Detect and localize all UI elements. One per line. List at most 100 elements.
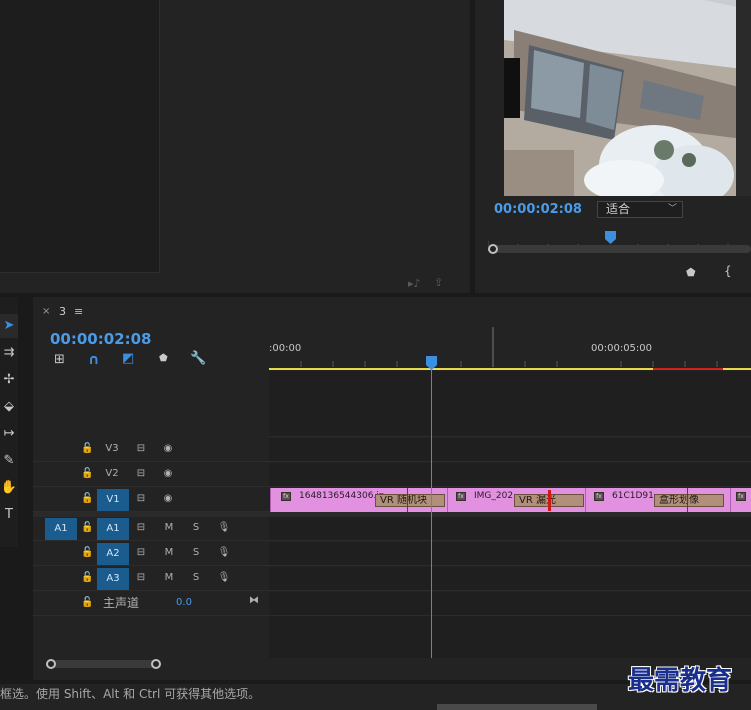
eye-icon[interactable]: ◉: [160, 488, 176, 510]
lock-icon[interactable]: 🔓: [81, 517, 93, 539]
transition[interactable]: VR 随机块: [375, 494, 445, 507]
fx-badge: fx: [594, 492, 604, 501]
lock-icon[interactable]: 🔓: [81, 438, 93, 460]
microphone-icon[interactable]: 🎙: [217, 542, 231, 564]
fit-dropdown[interactable]: 适合 ﹀: [597, 201, 683, 218]
zoom-handle-right[interactable]: [151, 659, 161, 669]
cut-line: [687, 488, 688, 512]
microphone-icon[interactable]: 🎙: [217, 517, 231, 539]
track-label-a1[interactable]: A1: [97, 518, 129, 540]
lock-icon[interactable]: 🔓: [81, 542, 93, 564]
lane-v3[interactable]: [269, 438, 751, 462]
sync-lock-icon[interactable]: ⊟: [133, 567, 149, 589]
clip-name: IMG_202: [474, 491, 514, 501]
transition[interactable]: 盒形划像: [654, 494, 724, 507]
premiere-window: ▸♪ ⇪ 00:00:02:08 适合 ﹀ ⬟ {➤ ⇉ ✢ ⬙ ↦ ✎ ✋ …: [0, 0, 751, 710]
microphone-icon[interactable]: 🎙: [217, 567, 231, 589]
zoom-handle-left[interactable]: [46, 659, 56, 669]
tab-menu-icon[interactable]: ≡: [74, 305, 83, 318]
playhead-marker-icon: [426, 356, 437, 370]
track-label-v1[interactable]: V1: [97, 489, 129, 511]
razor-tool-icon[interactable]: ⬙: [0, 395, 18, 419]
selection-tool-icon[interactable]: ➤: [0, 314, 18, 338]
sync-lock-icon[interactable]: ⊟: [133, 517, 149, 539]
track-label-a2[interactable]: A2: [97, 543, 129, 565]
track-header-spacer: [33, 371, 269, 437]
program-zoom-bar[interactable]: [488, 245, 751, 253]
export-icon[interactable]: ⇪: [434, 276, 443, 289]
time-ruler[interactable]: :00:00 00:00:05:00: [269, 325, 751, 371]
add-marker-icon[interactable]: ⬟: [159, 353, 168, 364]
lane-master[interactable]: [269, 592, 751, 616]
close-tab-icon[interactable]: ×: [42, 306, 50, 317]
ripple-edit-tool-icon[interactable]: ✢: [0, 368, 18, 392]
mark-in-icon[interactable]: {: [724, 264, 732, 278]
zoom-handle-left[interactable]: [488, 244, 498, 254]
lock-icon[interactable]: 🔓: [81, 592, 93, 614]
snap-icon[interactable]: ∩: [88, 352, 99, 368]
lane-a1[interactable]: [269, 517, 751, 541]
edit-point-marker[interactable]: [548, 490, 551, 511]
ruler-ticks: [269, 327, 751, 370]
chevron-down-icon: ﹀: [667, 204, 677, 214]
mute-button[interactable]: M: [163, 567, 175, 589]
pen-tool-icon[interactable]: ✎: [0, 449, 18, 473]
master-track-label: 主声道: [102, 596, 139, 610]
solo-button[interactable]: S: [190, 542, 202, 564]
clip[interactable]: fx: [730, 488, 751, 512]
video-audio-divider[interactable]: [33, 512, 751, 517]
playhead-line: [431, 369, 432, 658]
track-header-a3: 🔓 A3 ⊟ M S 🎙: [33, 567, 269, 591]
track-select-tool-icon[interactable]: ⇉: [0, 341, 18, 365]
sync-lock-icon[interactable]: ⊟: [133, 488, 149, 510]
clip-name: 1648136544306.jp: [299, 491, 385, 501]
clip-name: 61C1D91: [612, 491, 654, 501]
master-volume-value[interactable]: 0.0: [173, 592, 195, 614]
lane-a3[interactable]: [269, 567, 751, 591]
lower-header-spacer: [33, 616, 269, 658]
lock-icon[interactable]: 🔓: [81, 567, 93, 589]
go-to-edge-icon[interactable]: ⧓: [247, 590, 261, 612]
lock-icon[interactable]: 🔓: [81, 463, 93, 485]
program-playhead[interactable]: [605, 229, 616, 244]
status-scroll-thumb[interactable]: [437, 704, 597, 710]
marker-icon[interactable]: ⬟: [686, 266, 696, 279]
watermark-logo: 最需教育: [628, 666, 733, 696]
linked-selection-icon[interactable]: ◩: [122, 351, 134, 366]
source-patch-a1[interactable]: A1: [45, 518, 77, 540]
slip-tool-icon[interactable]: ↦: [0, 422, 18, 446]
sync-lock-icon[interactable]: ⊟: [133, 542, 149, 564]
lane-v2[interactable]: [269, 463, 751, 487]
track-label-v2[interactable]: V2: [97, 463, 127, 485]
track-label-v3[interactable]: V3: [97, 438, 127, 460]
solo-button[interactable]: S: [190, 567, 202, 589]
sync-lock-icon[interactable]: ⊟: [133, 438, 149, 460]
sequence-tab[interactable]: 3: [59, 305, 66, 318]
timeline-playhead[interactable]: [426, 355, 437, 370]
track-header-master: 🔓 主声道 0.0 ⧓: [33, 592, 269, 616]
sequence-timecode[interactable]: 00:00:02:08: [50, 330, 152, 348]
track-label-a3[interactable]: A3: [97, 568, 129, 590]
track-header-v3: 🔓 V3 ⊟ ◉: [33, 438, 269, 462]
nest-icon[interactable]: ⊞: [54, 352, 65, 367]
mute-button[interactable]: M: [163, 542, 175, 564]
lock-icon[interactable]: 🔓: [81, 488, 93, 510]
track-header-v1: 🔓 V1 ⊟ ◉: [33, 488, 269, 512]
hand-tool-icon[interactable]: ✋: [0, 476, 18, 500]
type-tool-icon[interactable]: T: [0, 503, 18, 527]
audio-clip-icon[interactable]: ▸♪: [408, 277, 421, 290]
lane-a2[interactable]: [269, 542, 751, 566]
eye-icon[interactable]: ◉: [160, 438, 176, 460]
program-timecode[interactable]: 00:00:02:08: [494, 202, 582, 217]
status-text: 框选。使用 Shift、Alt 和 Ctrl 可获得其他选项。: [0, 687, 261, 701]
sync-lock-icon[interactable]: ⊟: [133, 463, 149, 485]
mute-button[interactable]: M: [163, 517, 175, 539]
wrench-icon[interactable]: 🔧: [190, 351, 206, 366]
video-preview: [504, 0, 751, 196]
timeline-zoom-bar[interactable]: [46, 660, 158, 668]
cut-line: [407, 488, 408, 512]
solo-button[interactable]: S: [190, 517, 202, 539]
eye-icon[interactable]: ◉: [160, 463, 176, 485]
program-ruler[interactable]: [487, 232, 751, 247]
playhead-marker-icon: [605, 231, 616, 244]
